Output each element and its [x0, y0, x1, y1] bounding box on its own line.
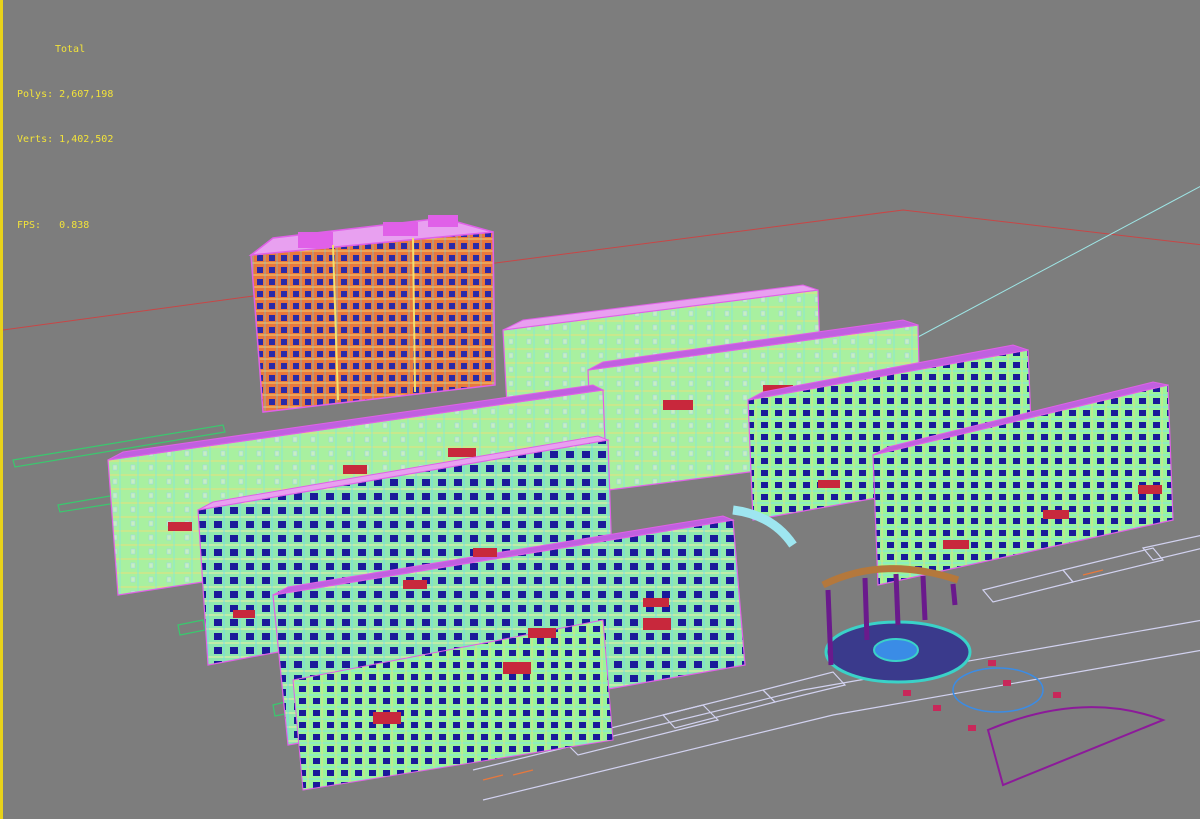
high-rise-tower[interactable]	[248, 215, 496, 413]
polys-label: Polys:	[17, 89, 54, 100]
fps-row: FPS: 0.838	[17, 218, 113, 233]
fps-label: FPS:	[17, 220, 42, 231]
viewport-statistics: Total Polys: 2,607,198 Verts: 1,402,502 …	[17, 12, 113, 263]
wireframe-scene[interactable]	[3, 0, 1200, 819]
polys-row: Polys: 2,607,198	[17, 87, 113, 102]
stats-title: Total	[55, 44, 86, 55]
verts-value: 1,402,502	[59, 134, 114, 145]
verts-label: Verts:	[17, 134, 54, 145]
fps-value: 0.838	[59, 220, 90, 231]
3d-viewport[interactable]: Total Polys: 2,607,198 Verts: 1,402,502 …	[0, 0, 1200, 819]
verts-row: Verts: 1,402,502	[17, 132, 113, 147]
polys-value: 2,607,198	[59, 89, 114, 100]
fan-ground-outline	[903, 660, 1166, 787]
